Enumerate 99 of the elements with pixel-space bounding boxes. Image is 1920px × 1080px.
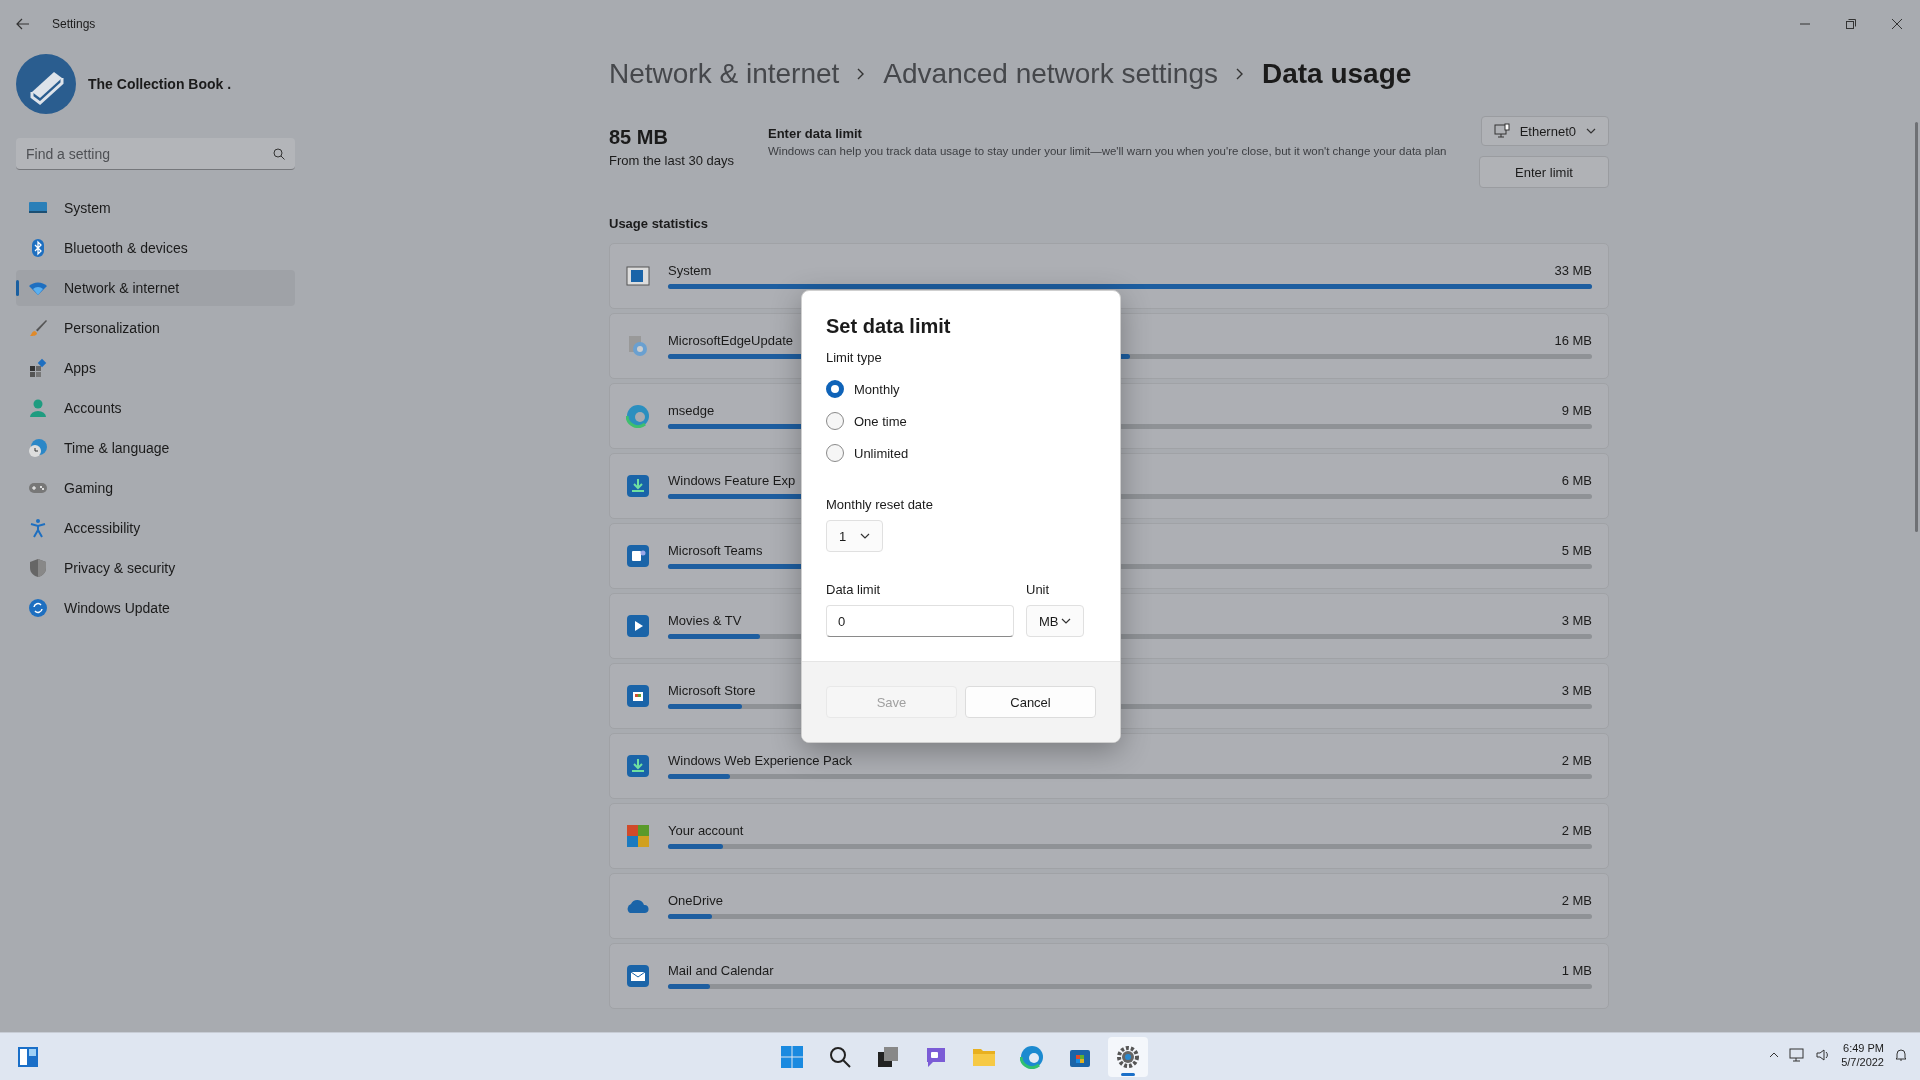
sidebar-item[interactable]: Windows Update — [16, 590, 295, 626]
globe-clock-icon — [28, 438, 48, 458]
app-name: System — [668, 263, 712, 278]
app-usage: 16 MB — [1554, 333, 1592, 348]
app-usage: 1 MB — [1561, 963, 1592, 978]
sidebar-item[interactable]: Time & language — [16, 430, 295, 466]
radio-button[interactable] — [826, 412, 844, 430]
breadcrumb-item: Data usage — [1261, 58, 1412, 90]
update-icon — [28, 598, 48, 618]
envelope-icon — [626, 964, 650, 988]
window-icon — [626, 264, 650, 288]
sidebar-item[interactable]: System — [16, 190, 295, 226]
app-name: Windows Feature Exp — [668, 473, 796, 488]
app-name: Windows Web Experience Pack — [668, 753, 852, 768]
bell-icon[interactable] — [1894, 1048, 1908, 1062]
sidebar-item[interactable]: Privacy & security — [16, 550, 295, 586]
search-icon — [273, 147, 285, 160]
app-usage: 6 MB — [1561, 473, 1592, 488]
chevron-down-icon — [1061, 618, 1071, 624]
breadcrumb-item[interactable]: Advanced network settings — [883, 58, 1218, 90]
store-icon — [626, 684, 650, 708]
download-box-icon — [626, 474, 650, 498]
radio-label[interactable]: One time — [854, 413, 907, 429]
teams-icon — [626, 544, 650, 568]
chevron-down-icon — [860, 533, 870, 539]
chevron-right-icon — [857, 68, 866, 80]
accessibility-icon — [28, 518, 48, 538]
window-title: Settings — [52, 17, 96, 31]
widgets-icon[interactable] — [16, 1045, 40, 1069]
usage-total: 85 MB — [609, 126, 669, 149]
sidebar-item[interactable]: Bluetooth & devices — [16, 230, 295, 266]
play-icon — [626, 614, 650, 638]
back-icon[interactable] — [16, 18, 30, 30]
field-label: Data limit — [826, 582, 882, 597]
download-box-icon — [626, 754, 650, 778]
field-label: Limit type — [826, 350, 883, 365]
network-dropdown[interactable]: Ethernet0 — [1480, 116, 1609, 146]
dialog-title: Set data limit — [826, 315, 952, 338]
radio-label[interactable]: Monthly — [854, 381, 900, 397]
restore-icon[interactable] — [1846, 19, 1856, 29]
shield-icon — [28, 558, 48, 578]
app-usage: 2 MB — [1561, 893, 1592, 908]
start-icon[interactable] — [780, 1044, 804, 1069]
sidebar-item[interactable]: Accounts — [16, 390, 295, 426]
app-usage: 3 MB — [1561, 613, 1592, 628]
task-view-icon[interactable] — [876, 1044, 900, 1069]
app-usage: 9 MB — [1561, 403, 1592, 418]
chevron-up-icon[interactable] — [1769, 1052, 1780, 1058]
search-icon[interactable] — [828, 1044, 852, 1069]
clock-time: 6:49 PM — [1842, 1041, 1884, 1055]
app-name: Microsoft Store — [668, 683, 756, 698]
network-monitor-icon — [1493, 123, 1510, 139]
app-name: OneDrive — [668, 893, 723, 908]
sidebar-item[interactable]: Gaming — [16, 470, 295, 506]
app-usage: 2 MB — [1561, 753, 1592, 768]
chevron-down-icon — [1586, 128, 1596, 134]
app-name: Microsoft Teams — [668, 543, 763, 558]
app-usage: 2 MB — [1561, 823, 1592, 838]
app-usage: 5 MB — [1561, 543, 1592, 558]
data-limit-title: Enter data limit — [768, 126, 863, 141]
field-label: Unit — [1026, 582, 1051, 597]
app-usage: 3 MB — [1561, 683, 1592, 698]
sidebar-item[interactable]: Apps — [16, 350, 295, 386]
edge-swirl-icon — [626, 404, 650, 428]
dialog-button[interactable]: Cancel — [965, 686, 1096, 718]
field-label: Monthly reset date — [826, 497, 934, 512]
edge-swirl-icon[interactable] — [1020, 1044, 1044, 1069]
settings-icon[interactable] — [1116, 1044, 1140, 1069]
unit-dropdown[interactable]: MB — [1026, 605, 1084, 637]
app-name: Movies & TV — [668, 613, 742, 628]
paintbrush-icon — [28, 318, 48, 338]
data-limit-input[interactable]: 0 — [826, 605, 1014, 637]
person-icon — [28, 398, 48, 418]
app-name: Mail and Calendar — [668, 963, 774, 978]
sidebar-item[interactable]: Network & internet — [16, 270, 295, 306]
chevron-right-icon — [1235, 68, 1244, 80]
enter-limit-button[interactable]: Enter limit — [1479, 156, 1609, 188]
profile-name: The Collection Book . — [88, 76, 232, 92]
sidebar-item[interactable]: Accessibility — [16, 510, 295, 546]
app-name: Your account — [668, 823, 744, 838]
app-name: msedge — [668, 403, 715, 418]
apps-grid-icon — [28, 358, 48, 378]
usage-period: From the last 30 days — [609, 153, 735, 168]
sidebar-item[interactable]: Personalization — [16, 310, 295, 346]
breadcrumb-item[interactable]: Network & internet — [609, 58, 840, 90]
radio-label[interactable]: Unlimited — [854, 445, 909, 461]
radio-button[interactable] — [826, 444, 844, 462]
data-limit-description: Windows can help you track data usage to stay under your limit—we'll warn you when you're close, but it won't change your data plan — [768, 144, 1448, 159]
four-squares-icon — [626, 824, 650, 848]
section-heading: Usage statistics — [609, 216, 709, 231]
close-icon[interactable] — [1892, 19, 1902, 29]
app-usage: 33 MB — [1554, 263, 1592, 278]
radio-button[interactable] — [826, 380, 844, 398]
app-name: MicrosoftEdgeUpdate — [668, 333, 793, 348]
network-monitor-icon[interactable] — [1789, 1047, 1806, 1063]
scrollbar[interactable] — [1915, 122, 1918, 532]
clock-date: 5/7/2022 — [1841, 1055, 1884, 1069]
reset-date-dropdown[interactable]: 1 — [826, 520, 883, 552]
search-field[interactable]: Find a setting — [16, 138, 295, 170]
